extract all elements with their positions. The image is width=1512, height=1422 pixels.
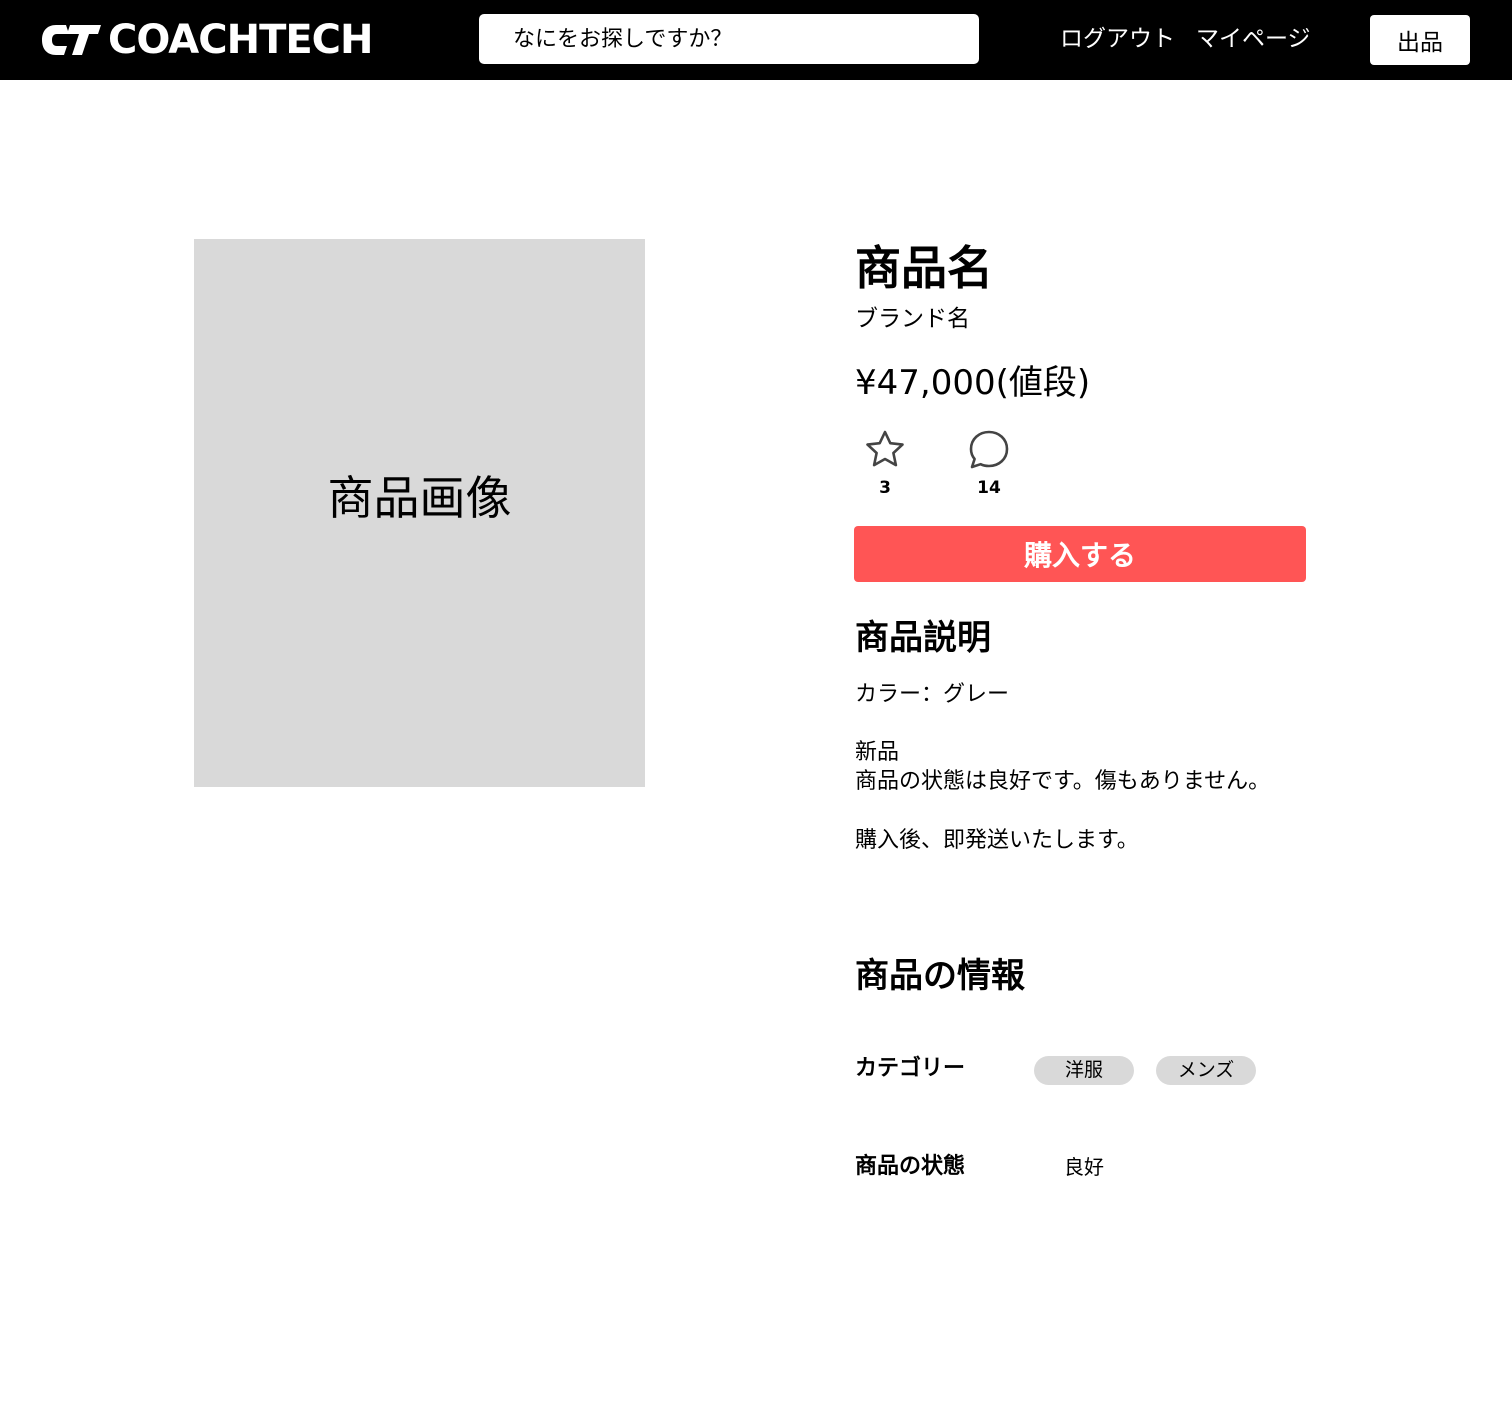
product-image-label: 商品画像	[327, 471, 512, 525]
sell-button[interactable]: 出品	[1370, 15, 1470, 65]
description-shipping: 購入後、即発送いたします。	[855, 828, 1139, 853]
description-color: カラー：グレー	[855, 682, 1010, 707]
description-state: 商品の状態は良好です。傷もありません。	[855, 769, 1271, 794]
condition-label: 商品の状態	[855, 1154, 966, 1179]
logo-text: COACHTECH	[108, 17, 374, 63]
buy-button[interactable]: 購入する	[854, 526, 1306, 582]
product-name: 商品名	[855, 241, 993, 295]
brand-name: ブランド名	[855, 306, 970, 332]
logout-link[interactable]: ログアウト	[1060, 22, 1175, 56]
category-tag: メンズ	[1156, 1056, 1256, 1085]
comment-bubble-icon[interactable]	[967, 428, 1011, 472]
description-new: 新品	[855, 740, 900, 765]
description-title: 商品説明	[855, 618, 991, 658]
like-stat: 3	[855, 428, 915, 498]
product-image: 商品画像	[194, 239, 645, 787]
comment-stat: 14	[959, 428, 1019, 498]
info-title: 商品の情報	[855, 956, 1025, 996]
search-input[interactable]	[479, 14, 979, 64]
product-price: ¥47,000(値段)	[855, 363, 1091, 403]
site-header: COACHTECH ログアウト マイページ 出品	[0, 0, 1512, 80]
coachtech-logo[interactable]: COACHTECH	[40, 17, 374, 63]
condition-value: 良好	[1064, 1155, 1104, 1179]
category-tag: 洋服	[1034, 1056, 1134, 1085]
ct-logo-mark	[42, 25, 101, 55]
category-label: カテゴリー	[855, 1056, 966, 1081]
comment-count: 14	[977, 478, 1001, 498]
like-count: 3	[879, 478, 891, 498]
mypage-link[interactable]: マイページ	[1196, 22, 1311, 56]
star-icon[interactable]	[863, 428, 907, 472]
